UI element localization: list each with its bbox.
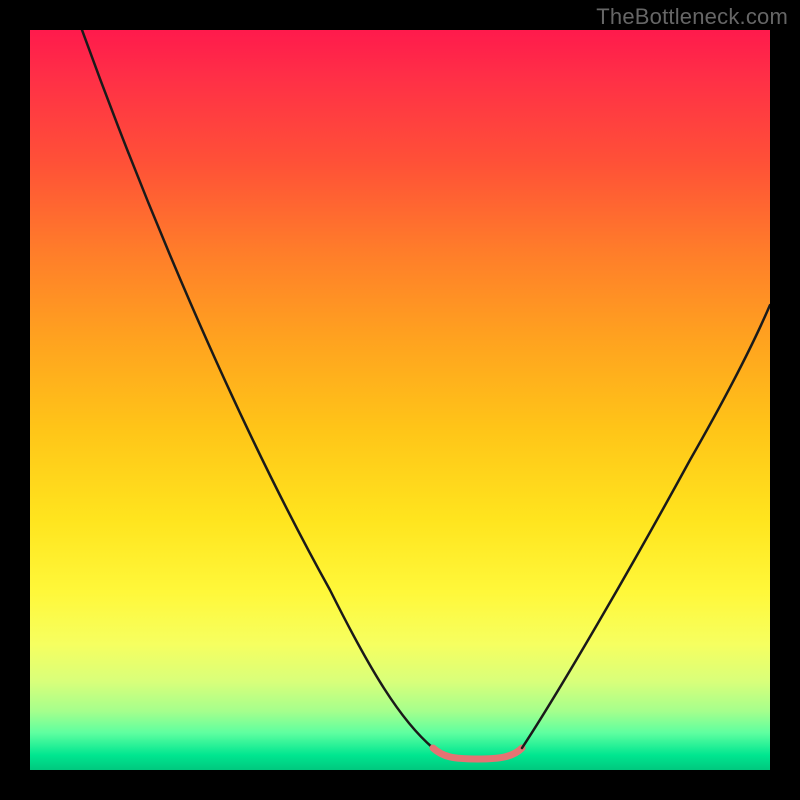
watermark-text: TheBottleneck.com: [596, 4, 788, 30]
bottleneck-valley-accent: [433, 748, 522, 759]
plot-area: [30, 30, 770, 770]
curve-overlay: [30, 30, 770, 770]
bottleneck-left-branch: [82, 30, 433, 748]
chart-frame: TheBottleneck.com: [0, 0, 800, 800]
bottleneck-right-branch: [522, 305, 770, 748]
